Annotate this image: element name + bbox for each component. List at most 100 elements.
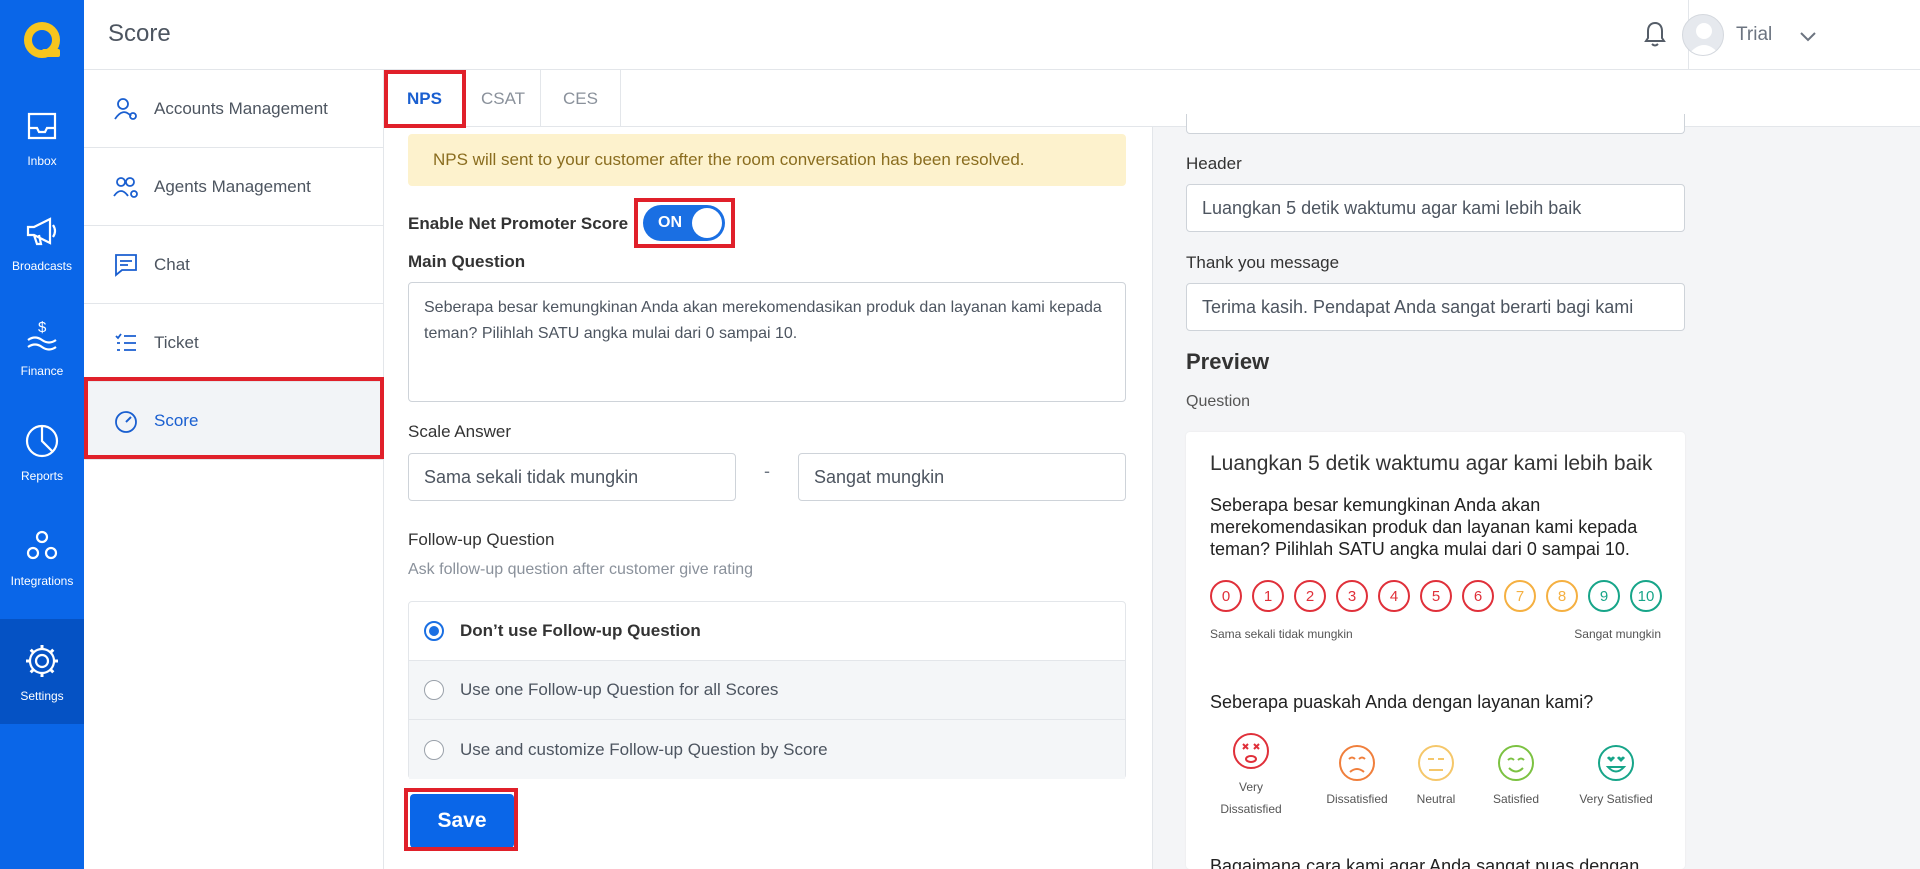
rail-item-reports[interactable]: Reports: [0, 399, 84, 504]
face-dissatisfied[interactable]: Dissatisfied: [1316, 744, 1398, 810]
rail-item-finance[interactable]: $ Finance: [0, 294, 84, 399]
score-0[interactable]: 0: [1210, 580, 1242, 612]
followup-hint: Ask follow-up question after customer gi…: [408, 561, 754, 578]
face-neutral[interactable]: Neutral: [1406, 744, 1466, 810]
inbox-icon: [27, 112, 57, 139]
score-3[interactable]: 3: [1336, 580, 1368, 612]
rail-item-inbox[interactable]: Inbox: [0, 84, 84, 189]
preview-cut-text: Bagaimana cara kami agar Anda sangat pua…: [1210, 856, 1640, 869]
settings-submenu: Accounts Management Agents Management Ch…: [84, 70, 384, 869]
main-question-label: Main Question: [408, 252, 526, 271]
preview-title: Preview: [1186, 349, 1270, 374]
face-satisfied[interactable]: Satisfied: [1486, 744, 1546, 810]
preview-scale-right: Sangat mungkin: [1574, 627, 1661, 641]
user-name[interactable]: Trial: [1736, 24, 1772, 46]
face-label: Satisfied: [1492, 792, 1540, 806]
score-9[interactable]: 9: [1588, 580, 1620, 612]
satisfied-face-icon: [1498, 745, 1534, 781]
user-gear-icon: [112, 95, 140, 123]
rail-label: Integrations: [10, 573, 74, 588]
radio-checked[interactable]: [424, 621, 444, 641]
scale-min-input[interactable]: Sama sekali tidak mungkin: [408, 453, 736, 501]
followup-option-none[interactable]: Don’t use Follow-up Question: [409, 602, 1125, 661]
checklist-icon: [112, 329, 140, 357]
submenu-item-accounts[interactable]: Accounts Management: [84, 70, 384, 148]
scale-max-input[interactable]: Sangat mungkin: [798, 453, 1126, 501]
score-tabs: NPS CSAT CES: [384, 70, 1920, 127]
very-dissatisfied-face-icon: [1233, 733, 1269, 769]
followup-option-one[interactable]: Use one Follow-up Question for all Score…: [409, 661, 1125, 720]
followup-option-custom[interactable]: Use and customize Follow-up Question by …: [409, 720, 1125, 779]
face-label: Dissatisfied: [1326, 792, 1388, 806]
finance-icon: $: [27, 319, 57, 351]
highlight-toggle: [634, 198, 735, 248]
submenu-item-agents[interactable]: Agents Management: [84, 148, 384, 226]
preview-header: Luangkan 5 detik waktumu agar kami lebih…: [1210, 452, 1653, 475]
preview-card: Luangkan 5 detik waktumu agar kami lebih…: [1186, 432, 1685, 869]
followup-label: Follow-up Question: [408, 530, 555, 549]
thanks-input[interactable]: Terima kasih. Pendapat Anda sangat berar…: [1186, 283, 1685, 331]
face-label: Very Dissatisfied: [1220, 780, 1282, 816]
face-very-satisfied[interactable]: Very Satisfied: [1571, 744, 1661, 810]
cut-input[interactable]: [1186, 114, 1685, 134]
radio[interactable]: [424, 680, 444, 700]
score-2[interactable]: 2: [1294, 580, 1326, 612]
gear-icon: [26, 644, 58, 677]
chat-icon: [112, 251, 140, 279]
rail-label: Inbox: [27, 153, 57, 168]
scale-answer-label: Scale Answer: [408, 422, 511, 441]
score-5[interactable]: 5: [1420, 580, 1452, 612]
app-logo[interactable]: [0, 0, 84, 84]
pie-chart-icon: [25, 424, 59, 457]
preview-question: Seberapa besar kemungkinan Anda akan mer…: [1210, 495, 1638, 559]
highlight-save: [404, 788, 518, 851]
submenu-label: Ticket: [154, 332, 199, 352]
tab-csat[interactable]: CSAT: [466, 70, 541, 127]
svg-text:$: $: [38, 319, 47, 336]
score-8[interactable]: 8: [1546, 580, 1578, 612]
rail-item-settings[interactable]: Settings: [0, 619, 84, 724]
score-4[interactable]: 4: [1378, 580, 1410, 612]
score-scale: 0 1 2 3 4 5 6 7 8 9 10: [1210, 580, 1662, 612]
option-label: Use and customize Follow-up Question by …: [460, 739, 828, 759]
highlight-nps-tab: [384, 70, 466, 128]
neutral-face-icon: [1418, 745, 1454, 781]
followup-options: Don’t use Follow-up Question Use one Fol…: [408, 601, 1126, 779]
main-question-textarea[interactable]: Seberapa besar kemungkinan Anda akan mer…: [408, 282, 1126, 402]
radio[interactable]: [424, 739, 444, 760]
rail-label: Finance: [20, 363, 64, 378]
megaphone-icon: [26, 216, 57, 245]
score-6[interactable]: 6: [1462, 580, 1494, 612]
notification-bell-icon[interactable]: [1643, 20, 1667, 53]
gears-icon: [26, 530, 58, 559]
info-banner: NPS will sent to your customer after the…: [408, 134, 1126, 186]
face-very-dissatisfied[interactable]: Very Dissatisfied: [1210, 732, 1292, 820]
users-gear-icon: [112, 173, 140, 201]
preview-scale-left: Sama sekali tidak mungkin: [1210, 627, 1353, 641]
header-input[interactable]: Luangkan 5 detik waktumu agar kami lebih…: [1186, 184, 1685, 232]
submenu-item-ticket[interactable]: Ticket: [84, 304, 384, 382]
score-1[interactable]: 1: [1252, 580, 1284, 612]
rail-item-integrations[interactable]: Integrations: [0, 504, 84, 609]
avatar[interactable]: [1682, 14, 1724, 56]
scale-separator: -: [764, 461, 770, 481]
submenu-label: Chat: [154, 254, 190, 274]
score-7[interactable]: 7: [1504, 580, 1536, 612]
rail-label: Settings: [20, 688, 64, 703]
thanks-label: Thank you message: [1186, 253, 1340, 272]
face-label: Neutral: [1416, 792, 1456, 806]
submenu-item-chat[interactable]: Chat: [84, 226, 384, 304]
header-label: Header: [1186, 154, 1242, 173]
rail-item-broadcasts[interactable]: Broadcasts: [0, 189, 84, 294]
enable-nps-label: Enable Net Promoter Score: [408, 214, 629, 233]
tab-ces[interactable]: CES: [541, 70, 621, 127]
face-label: Very Satisfied: [1579, 792, 1653, 806]
submenu-label: Accounts Management: [154, 98, 328, 118]
preview-sub: Question: [1186, 393, 1251, 410]
chevron-down-icon[interactable]: [1800, 27, 1816, 47]
highlight-score: [84, 377, 384, 459]
score-10[interactable]: 10: [1630, 580, 1662, 612]
user-avatar-icon: [1688, 23, 1720, 55]
option-label: Use one Follow-up Question for all Score…: [460, 680, 779, 699]
option-label: Don’t use Follow-up Question: [460, 621, 701, 640]
